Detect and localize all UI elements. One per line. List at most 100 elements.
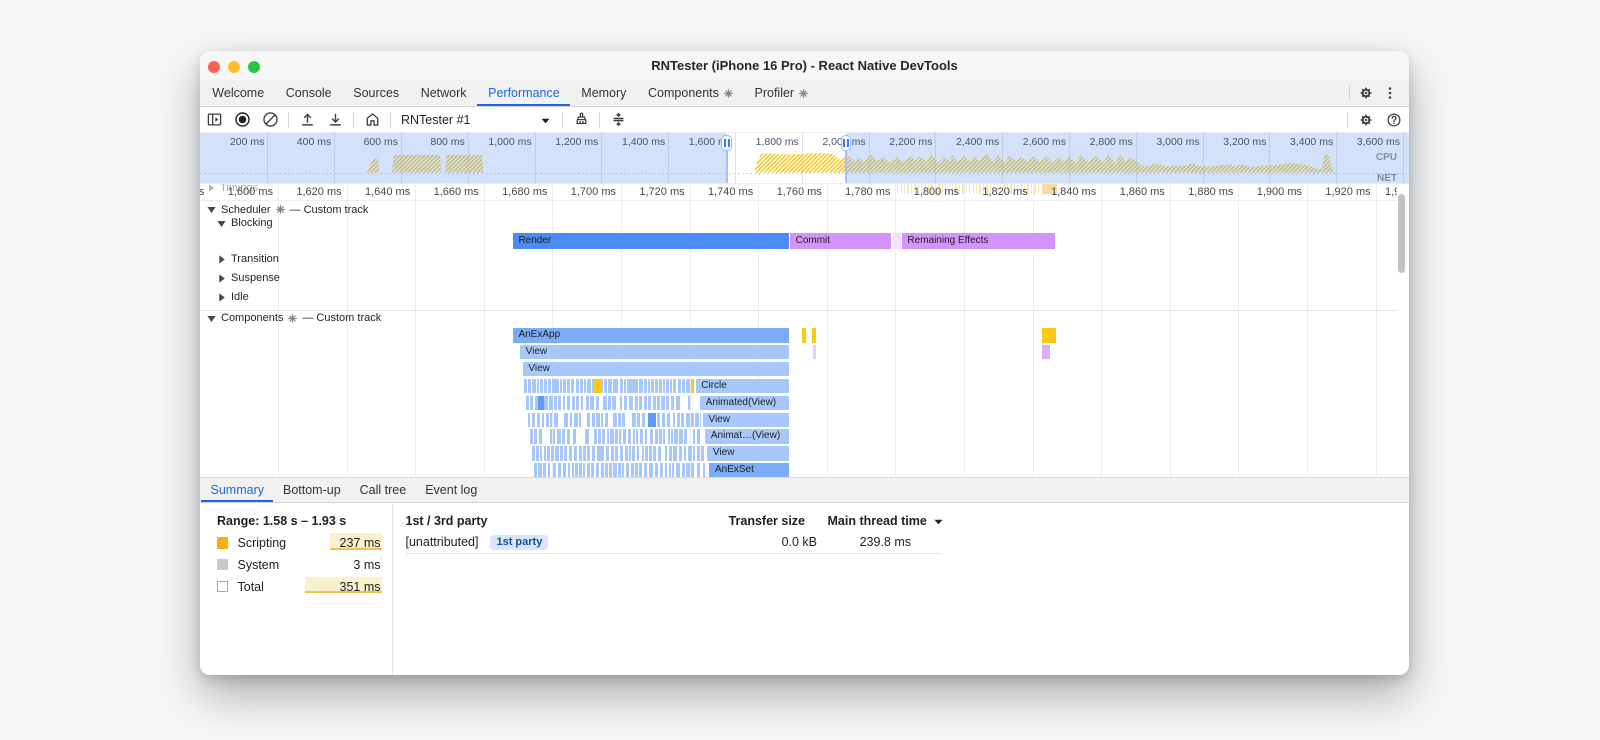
component-render-sliver[interactable]: [648, 395, 652, 411]
component-render-sliver[interactable]: [636, 412, 641, 428]
component-render-sliver[interactable]: [585, 395, 590, 411]
flame-bar[interactable]: [691, 378, 694, 394]
component-render-sliver[interactable]: [673, 446, 677, 461]
component-render-sliver[interactable]: [605, 446, 609, 461]
tab-event-log[interactable]: Event log: [416, 478, 487, 502]
component-render-sliver[interactable]: [530, 395, 534, 411]
component-render-sliver[interactable]: [627, 378, 631, 394]
flame-bar[interactable]: [802, 328, 806, 343]
component-render-sliver[interactable]: [579, 446, 583, 461]
component-render-sliver[interactable]: [688, 446, 692, 461]
component-render-sliver[interactable]: [578, 412, 582, 428]
garbage-collect-icon[interactable]: [569, 108, 593, 132]
component-render-sliver[interactable]: [616, 378, 619, 394]
component-render-sliver[interactable]: [580, 378, 583, 394]
component-render-sliver[interactable]: [552, 463, 556, 478]
component-render-sliver[interactable]: [544, 395, 548, 411]
tab-components[interactable]: Components: [637, 80, 743, 106]
flame-bar-view[interactable]: View: [702, 412, 790, 428]
tab-call-tree[interactable]: Call tree: [350, 478, 416, 502]
component-render-sliver[interactable]: [612, 378, 616, 394]
flame-bar[interactable]: [537, 395, 545, 411]
component-render-sliver[interactable]: [572, 395, 575, 411]
component-render-sliver[interactable]: [563, 463, 567, 478]
component-render-sliver[interactable]: [576, 395, 579, 411]
component-render-sliver[interactable]: [586, 412, 590, 428]
component-render-sliver[interactable]: [686, 463, 690, 478]
component-render-sliver[interactable]: [572, 463, 575, 478]
component-render-sliver[interactable]: [580, 395, 584, 411]
component-render-sliver[interactable]: [683, 446, 686, 461]
component-render-sliver[interactable]: [658, 378, 662, 394]
flame-bar-render[interactable]: Render: [512, 233, 790, 249]
component-render-sliver[interactable]: [552, 429, 556, 444]
component-render-sliver[interactable]: [625, 463, 630, 478]
component-render-sliver[interactable]: [549, 395, 553, 411]
download-profile-icon[interactable]: [323, 108, 347, 132]
component-render-sliver[interactable]: [666, 395, 670, 411]
component-render-sliver[interactable]: [676, 463, 680, 478]
component-render-sliver[interactable]: [552, 378, 556, 394]
component-render-sliver[interactable]: [554, 412, 558, 428]
component-render-sliver[interactable]: [635, 395, 638, 411]
toggle-sidebar-icon[interactable]: [202, 108, 226, 132]
tab-bottom-up[interactable]: Bottom-up: [273, 478, 350, 502]
component-render-sliver[interactable]: [629, 395, 633, 411]
legend-swatch[interactable]: [216, 580, 228, 592]
component-render-sliver[interactable]: [573, 446, 578, 461]
component-render-sliver[interactable]: [695, 412, 699, 428]
component-render-sliver[interactable]: [660, 395, 665, 411]
component-render-sliver[interactable]: [536, 446, 539, 461]
component-render-sliver[interactable]: [662, 429, 666, 444]
component-render-sliver[interactable]: [568, 463, 571, 478]
component-render-sliver[interactable]: [575, 378, 579, 394]
component-render-sliver[interactable]: [562, 395, 565, 411]
component-render-sliver[interactable]: [640, 429, 643, 444]
component-render-sliver[interactable]: [533, 463, 538, 478]
track-header-blocking[interactable]: Blocking: [217, 217, 273, 229]
component-render-sliver[interactable]: [604, 463, 608, 478]
component-render-sliver[interactable]: [579, 463, 582, 478]
component-render-sliver[interactable]: [673, 378, 677, 394]
track-header-transition[interactable]: Transition: [217, 253, 279, 265]
help-icon[interactable]: [1382, 108, 1406, 132]
settings-icon[interactable]: [1354, 108, 1378, 132]
component-render-sliver[interactable]: [567, 378, 571, 394]
component-render-sliver[interactable]: [568, 446, 572, 461]
component-render-sliver[interactable]: [557, 429, 561, 444]
component-render-sliver[interactable]: [558, 395, 561, 411]
component-render-sliver[interactable]: [618, 463, 621, 478]
component-render-sliver[interactable]: [666, 412, 671, 428]
legend-swatch[interactable]: [216, 558, 228, 571]
component-render-sliver[interactable]: [601, 446, 604, 461]
track-header-suspense[interactable]: Suspense: [217, 272, 280, 284]
component-render-sliver[interactable]: [628, 446, 631, 461]
component-render-sliver[interactable]: [609, 463, 612, 478]
component-render-sliver[interactable]: [591, 412, 596, 428]
component-render-sliver[interactable]: [659, 463, 663, 478]
component-render-sliver[interactable]: [615, 429, 618, 444]
component-render-sliver[interactable]: [536, 378, 539, 394]
component-render-sliver[interactable]: [541, 412, 545, 428]
home-icon[interactable]: [360, 108, 384, 132]
component-render-sliver[interactable]: [631, 378, 635, 394]
flame-bar[interactable]: [1041, 328, 1056, 343]
component-render-sliver[interactable]: [575, 463, 579, 478]
flame-bar-animat-view-[interactable]: Animat…(View): [705, 429, 790, 444]
component-render-sliver[interactable]: [624, 395, 627, 411]
settings-icon[interactable]: [1354, 81, 1378, 105]
flame-bar[interactable]: [593, 378, 603, 394]
tab-network[interactable]: Network: [410, 80, 477, 106]
component-render-sliver[interactable]: [665, 378, 670, 394]
component-render-sliver[interactable]: [682, 463, 685, 478]
component-render-sliver[interactable]: [667, 429, 670, 444]
flame-bar[interactable]: [892, 233, 901, 249]
flame-bar[interactable]: [813, 344, 816, 360]
component-render-sliver[interactable]: [583, 446, 586, 461]
component-render-sliver[interactable]: [620, 395, 623, 411]
component-render-sliver[interactable]: [525, 395, 529, 411]
component-render-sliver[interactable]: [563, 446, 567, 461]
component-render-sliver[interactable]: [527, 378, 532, 394]
component-render-sliver[interactable]: [596, 395, 599, 411]
component-render-sliver[interactable]: [647, 378, 650, 394]
